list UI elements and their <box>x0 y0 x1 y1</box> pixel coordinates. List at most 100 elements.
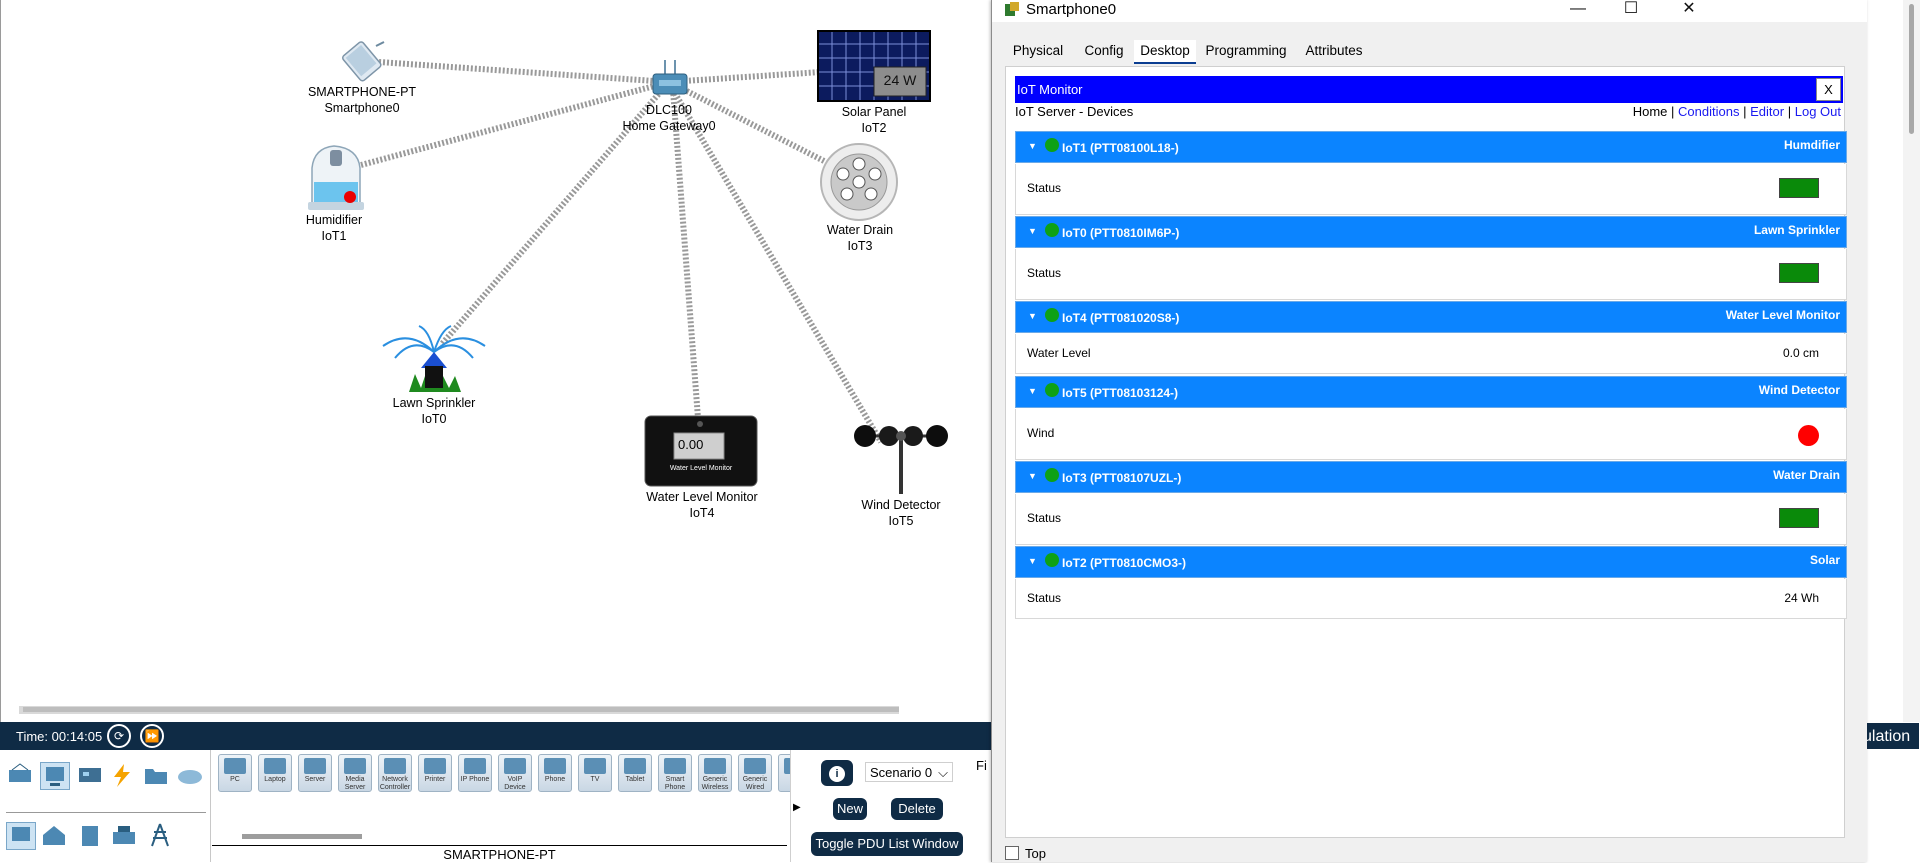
sprinkler-icon <box>382 325 486 392</box>
nav-logout-link[interactable]: Log Out <box>1795 104 1841 119</box>
close-app-button[interactable]: X <box>1816 78 1841 101</box>
tab-physical[interactable]: Physical <box>1004 40 1072 64</box>
device-type-icon <box>744 758 766 774</box>
device-type-label: Generic Wired <box>742 776 768 791</box>
simulation-mode-tab[interactable]: ulation <box>1858 722 1920 750</box>
components-category[interactable] <box>76 762 104 788</box>
chevron-down-icon: ⌵ <box>938 765 948 780</box>
collapse-arrow-icon[interactable]: ▶ <box>793 802 801 813</box>
smartphone0-device[interactable] <box>336 38 386 83</box>
miscellaneous-category[interactable] <box>142 762 170 788</box>
water-level-monitor-label: Water Level Monitor IoT4 <box>646 490 758 520</box>
window-vertical-scrollbar[interactable] <box>1903 0 1920 722</box>
wind-detector-device[interactable] <box>853 420 949 496</box>
lawn-sprinkler-device[interactable] <box>379 322 489 394</box>
device-type-ip-phone[interactable]: IP Phone <box>458 754 492 792</box>
device-type-tablet[interactable]: Tablet <box>618 754 652 792</box>
device-type-server[interactable]: Server <box>298 754 332 792</box>
solar-panel-device[interactable]: 24 W <box>817 30 931 102</box>
nav-home[interactable]: Home <box>1633 104 1668 119</box>
industrial-icon <box>113 826 135 844</box>
scroll-thumb[interactable] <box>23 707 899 712</box>
iot-device-header[interactable]: ▼ IoT2 (PTT0810CMO3-) Solar <box>1015 546 1847 578</box>
delete-scenario-button[interactable]: Delete <box>891 798 943 820</box>
power-grid-subcategory[interactable] <box>146 822 174 848</box>
minimize-button[interactable]: — <box>1556 0 1600 20</box>
caret-down-icon[interactable]: ▼ <box>1028 386 1037 396</box>
device-type-smart-phone[interactable]: Smart Phone <box>658 754 692 792</box>
scenario-select[interactable]: Scenario 0 ⌵ <box>865 762 953 782</box>
status-toggle[interactable] <box>1779 508 1819 528</box>
caret-down-icon[interactable]: ▼ <box>1028 226 1037 236</box>
device-type-label: Phone <box>544 776 566 783</box>
end-devices-subcategory[interactable] <box>6 822 36 850</box>
iot-monitor-title: IoT Monitor <box>1017 82 1083 97</box>
caret-down-icon[interactable]: ▼ <box>1028 311 1037 321</box>
water-drain-device[interactable] <box>819 142 899 222</box>
device-type-tv[interactable]: TV <box>578 754 612 792</box>
end-devices-category[interactable] <box>40 762 70 790</box>
power-cycle-button[interactable]: ⟳ <box>107 724 131 748</box>
nav-conditions-link[interactable]: Conditions <box>1678 104 1739 119</box>
status-toggle[interactable] <box>1779 263 1819 283</box>
simulation-mode-label: ulation <box>1863 728 1911 745</box>
device-type-scrollbar[interactable] <box>230 832 570 840</box>
close-window-button[interactable]: ✕ <box>1667 0 1711 20</box>
device-type-laptop[interactable]: Laptop <box>258 754 292 792</box>
device-type-printer[interactable]: Printer <box>418 754 452 792</box>
device-type-generic-wired[interactable]: Generic Wired <box>738 754 772 792</box>
caret-down-icon[interactable]: ▼ <box>1028 141 1037 151</box>
home-gateway-device[interactable] <box>651 56 689 100</box>
iot-device-property: Water Level 0.0 cm <box>1015 334 1847 374</box>
folder-icon <box>145 769 167 784</box>
device-type-media-server[interactable]: Media Server <box>338 754 372 792</box>
device-type-generic-wireless[interactable]: Generic Wireless <box>698 754 732 792</box>
always-on-top-checkbox[interactable] <box>1005 846 1019 860</box>
multiuser-category[interactable] <box>176 762 204 788</box>
device-type-label: Server <box>304 776 326 783</box>
online-status-dot <box>1045 553 1059 567</box>
industrial-subcategory[interactable] <box>110 822 138 848</box>
tab-config[interactable]: Config <box>1076 40 1132 64</box>
cloud-icon <box>178 770 202 784</box>
iot-device-header[interactable]: ▼ IoT4 (PTT081020S8-) Water Level Monito… <box>1015 301 1847 333</box>
smart-city-subcategory[interactable] <box>76 822 104 848</box>
workspace-horizontal-scrollbar[interactable] <box>19 706 899 714</box>
device-type-phone[interactable]: Phone <box>538 754 572 792</box>
device-type-pc[interactable]: PC <box>218 754 252 792</box>
maximize-button[interactable]: ☐ <box>1609 0 1653 20</box>
humidifier-device[interactable] <box>304 138 366 212</box>
iot-device-header[interactable]: ▼ IoT0 (PTT0810IM6P-) Lawn Sprinkler <box>1015 216 1847 248</box>
network-devices-category[interactable] <box>6 762 34 788</box>
home-subcategory[interactable] <box>40 822 68 848</box>
status-toggle[interactable] <box>1779 178 1819 198</box>
iot-device-header[interactable]: ▼ IoT1 (PTT08100L18-) Humdifier <box>1015 131 1847 163</box>
scroll-thumb[interactable] <box>1909 4 1914 134</box>
caret-down-icon[interactable]: ▼ <box>1028 556 1037 566</box>
device-type-network-controller[interactable]: Network Controller <box>378 754 412 792</box>
new-scenario-button[interactable]: New <box>833 798 867 820</box>
iot-device-header[interactable]: ▼ IoT5 (PTT08103124-) Wind Detector <box>1015 376 1847 408</box>
water-level-readout: 0.00 <box>678 437 704 452</box>
toggle-pdu-list-button[interactable]: Toggle PDU List Window <box>811 832 963 856</box>
water-level-monitor-device[interactable]: 0.00 Water Level Monitor <box>644 415 758 487</box>
property-label: Status <box>1027 511 1062 525</box>
selected-device-type: SMARTPHONE-PT <box>212 845 787 863</box>
home-icon <box>43 826 65 845</box>
fast-forward-button[interactable]: ⏩ <box>140 724 164 748</box>
scroll-thumb[interactable] <box>242 834 362 839</box>
device-type-panel: PC Laptop Server Media Server Network Contro… <box>212 750 812 863</box>
tab-programming[interactable]: Programming <box>1200 40 1292 64</box>
tab-desktop[interactable]: Desktop <box>1134 40 1196 64</box>
device-type-voip-device[interactable]: VoIP Device <box>498 754 532 792</box>
window-titlebar: Smartphone0 — ☐ ✕ <box>992 0 1867 22</box>
tab-attributes[interactable]: Attributes <box>1296 40 1372 64</box>
pc-icon <box>12 827 30 841</box>
connections-category[interactable] <box>108 762 136 788</box>
iot-device-header[interactable]: ▼ IoT3 (PTT08107UZL-) Water Drain <box>1015 461 1847 493</box>
caret-down-icon[interactable]: ▼ <box>1028 471 1037 481</box>
logical-workspace[interactable]: SMARTPHONE-PT Smartphone0 DLC100 Home Gate… <box>0 0 1001 722</box>
smartphone-window: Smartphone0 — ☐ ✕ Physical Config Deskto… <box>991 0 1867 862</box>
nav-editor-link[interactable]: Editor <box>1750 104 1784 119</box>
info-button[interactable]: i <box>821 760 853 786</box>
